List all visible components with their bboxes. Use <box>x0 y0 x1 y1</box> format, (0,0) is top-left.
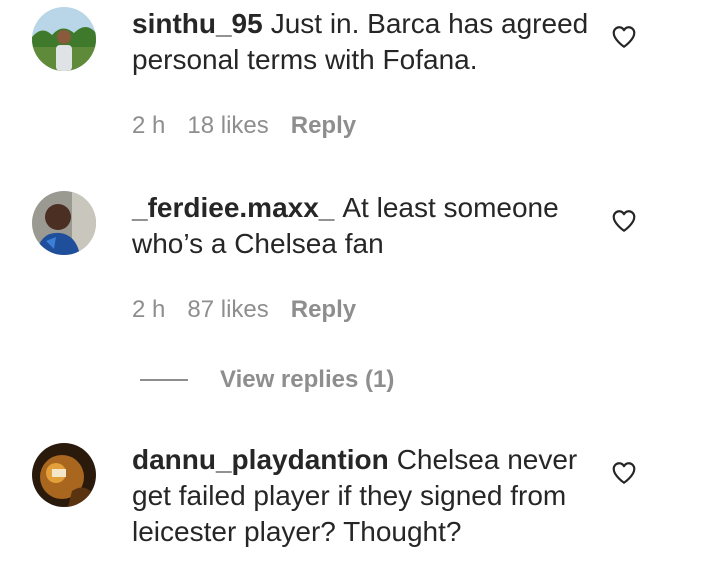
comment-time: 2 h <box>132 112 166 139</box>
comment-likes[interactable]: 18 likes <box>187 112 268 139</box>
comment-username[interactable]: sinthu_95 <box>132 8 263 39</box>
comment-body: _ferdiee.maxx_ At least someone who’s a C… <box>132 190 592 262</box>
reply-button[interactable]: Reply <box>291 296 356 323</box>
avatar[interactable] <box>32 7 96 71</box>
comment-meta: 2 h 87 likes Reply <box>132 295 378 325</box>
avatar-image <box>32 191 96 255</box>
comment-body: sinthu_95 Just in. Barca has agreed perso… <box>132 6 592 78</box>
heart-outline-icon[interactable] <box>610 24 638 50</box>
heart-outline-icon[interactable] <box>610 208 638 234</box>
comment-username[interactable]: _ferdiee.maxx_ <box>132 192 334 223</box>
comment-likes[interactable]: 87 likes <box>187 296 268 323</box>
view-replies-button[interactable]: View replies (1) <box>140 363 394 397</box>
reply-button[interactable]: Reply <box>291 112 356 139</box>
avatar[interactable] <box>32 443 96 507</box>
view-replies-label[interactable]: View replies (1) <box>220 366 394 394</box>
avatar-image <box>32 7 96 71</box>
comment-username[interactable]: dannu_playdantion <box>132 444 389 475</box>
avatar[interactable] <box>32 191 96 255</box>
comment-meta: 2 h 18 likes Reply <box>132 111 378 141</box>
replies-divider <box>140 379 188 381</box>
comment-time: 2 h <box>132 296 166 323</box>
avatar-image <box>32 443 96 507</box>
comment-body: dannu_playdantion Chelsea never get faile… <box>132 442 592 550</box>
heart-outline-icon[interactable] <box>610 460 638 486</box>
